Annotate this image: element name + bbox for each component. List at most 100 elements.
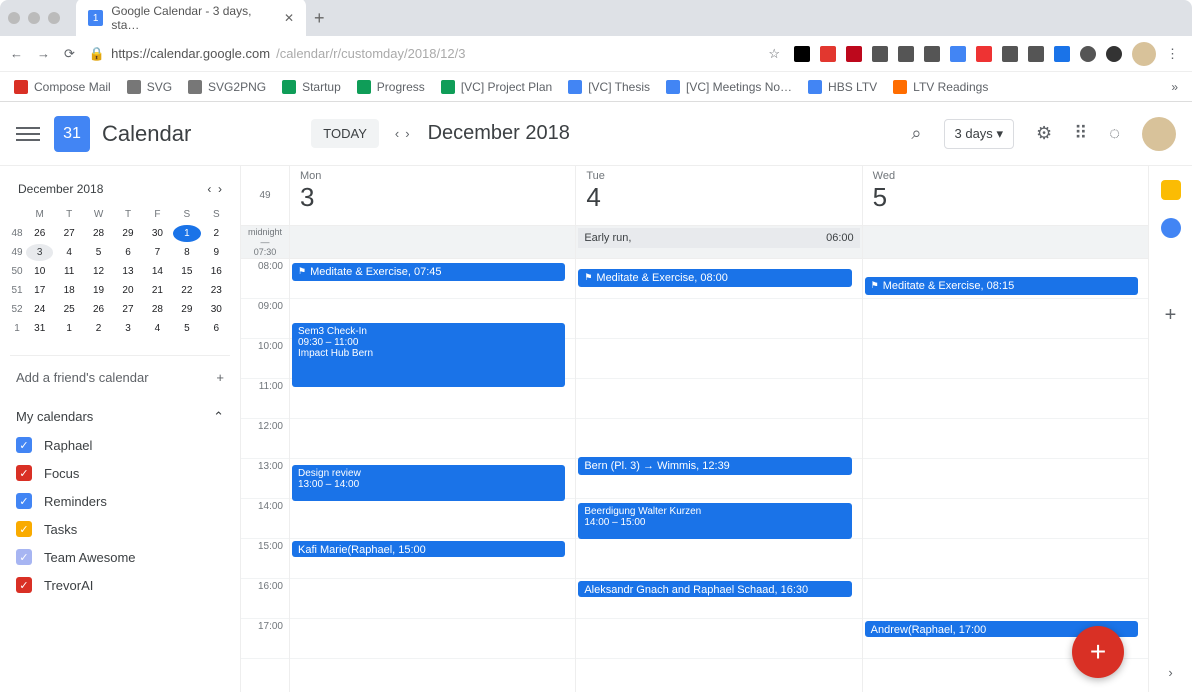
mini-day[interactable]: 20: [114, 282, 141, 299]
calendar-event[interactable]: Aleksandr Gnach and Raphael Schaad, 16:3…: [578, 581, 851, 597]
chrome-menu-icon[interactable]: ⋮: [1166, 46, 1182, 62]
mini-day[interactable]: 7: [144, 244, 171, 261]
mini-day[interactable]: 26: [26, 225, 53, 242]
menu-icon[interactable]: [16, 127, 40, 141]
mini-next-icon[interactable]: ›: [218, 182, 222, 196]
ext-icon[interactable]: [1054, 46, 1070, 62]
ext-icon[interactable]: [976, 46, 992, 62]
search-icon[interactable]: ⌕: [911, 123, 921, 144]
mini-day[interactable]: 8: [173, 244, 200, 261]
reload-icon[interactable]: ⟳: [64, 46, 75, 62]
apps-icon[interactable]: ⠿: [1074, 123, 1087, 144]
mini-day[interactable]: 24: [26, 301, 53, 318]
forward-icon[interactable]: →: [37, 46, 50, 61]
day-header[interactable]: Mon3: [289, 166, 575, 225]
mini-day[interactable]: 6: [203, 320, 230, 337]
mini-day[interactable]: 11: [55, 263, 82, 280]
mini-day[interactable]: 27: [114, 301, 141, 318]
gear-icon[interactable]: ⚙: [1036, 123, 1052, 144]
bookmark-item[interactable]: HBS LTV: [808, 80, 877, 94]
mini-day[interactable]: 18: [55, 282, 82, 299]
avatar[interactable]: [1142, 117, 1176, 151]
ext-icon[interactable]: [950, 46, 966, 62]
ext-icon[interactable]: [846, 46, 862, 62]
traffic-min[interactable]: [28, 12, 40, 24]
mini-day[interactable]: 30: [144, 225, 171, 242]
calendar-toggle[interactable]: ✓Focus: [14, 459, 226, 487]
calendar-event[interactable]: Design review13:00 – 14:00: [292, 465, 565, 501]
notifications-icon[interactable]: ◌: [1109, 123, 1120, 144]
bookmark-item[interactable]: Startup: [282, 80, 341, 94]
browser-tab[interactable]: 1 Google Calendar - 3 days, sta… ✕: [76, 0, 306, 38]
bookmark-item[interactable]: [VC] Meetings No…: [666, 80, 792, 94]
day-header[interactable]: Tue4: [575, 166, 861, 225]
star-icon[interactable]: ☆: [768, 46, 780, 62]
ext-icon[interactable]: [898, 46, 914, 62]
mini-day[interactable]: 6: [114, 244, 141, 261]
calendar-toggle[interactable]: ✓Team Awesome: [14, 543, 226, 571]
profile-avatar[interactable]: [1132, 42, 1156, 66]
keep-icon[interactable]: [1161, 180, 1181, 200]
bookmark-item[interactable]: [VC] Thesis: [568, 80, 650, 94]
mini-day[interactable]: 5: [85, 244, 112, 261]
mini-day[interactable]: 25: [55, 301, 82, 318]
calendar-event[interactable]: Bern (Pl. 3) → Wimmis, 12:39: [578, 457, 851, 475]
mini-day[interactable]: 23: [203, 282, 230, 299]
calendar-event[interactable]: ⚑Meditate & Exercise, 07:45: [292, 263, 565, 281]
url-input[interactable]: 🔒 https://calendar.google.com/calendar/r…: [89, 46, 754, 62]
mini-day[interactable]: 2: [85, 320, 112, 337]
day-header[interactable]: Wed5: [862, 166, 1148, 225]
calendar-toggle[interactable]: ✓Reminders: [14, 487, 226, 515]
ext-icon[interactable]: [1002, 46, 1018, 62]
ext-icon[interactable]: [924, 46, 940, 62]
traffic-close[interactable]: [8, 12, 20, 24]
mini-day[interactable]: 29: [173, 301, 200, 318]
mini-day[interactable]: 27: [55, 225, 82, 242]
day-column[interactable]: ⚑Meditate & Exercise, 07:45 Sem3 Check-In…: [289, 259, 575, 692]
mini-day[interactable]: 31: [26, 320, 53, 337]
view-select[interactable]: 3 days ▾: [944, 119, 1014, 149]
calendar-event[interactable]: Sem3 Check-In09:30 – 11:00Impact Hub Ber…: [292, 323, 565, 387]
mini-day[interactable]: 4: [144, 320, 171, 337]
mini-day[interactable]: 16: [203, 263, 230, 280]
calendar-event[interactable]: Beerdigung Walter Kurzen14:00 – 15:00: [578, 503, 851, 539]
bookmark-item[interactable]: SVG2PNG: [188, 80, 266, 94]
mini-day[interactable]: 1: [173, 225, 200, 242]
next-icon[interactable]: ›: [405, 126, 409, 141]
allday-cell[interactable]: [862, 226, 1148, 258]
ext-icon[interactable]: [1080, 46, 1096, 62]
calendar-event[interactable]: Kafi Marie(Raphael, 15:00: [292, 541, 565, 557]
mini-day[interactable]: 14: [144, 263, 171, 280]
mini-prev-icon[interactable]: ‹: [207, 182, 211, 196]
day-column[interactable]: ⚑Meditate & Exercise, 08:00 Bern (Pl. 3) …: [575, 259, 861, 692]
mini-day[interactable]: 28: [85, 225, 112, 242]
ext-icon[interactable]: [1106, 46, 1122, 62]
mini-day[interactable]: 21: [144, 282, 171, 299]
close-icon[interactable]: ✕: [284, 11, 294, 25]
mini-day[interactable]: 26: [85, 301, 112, 318]
tasks-icon[interactable]: [1161, 218, 1181, 238]
mini-day[interactable]: 19: [85, 282, 112, 299]
back-icon[interactable]: ←: [10, 46, 23, 61]
mini-day[interactable]: 9: [203, 244, 230, 261]
bookmark-item[interactable]: SVG: [127, 80, 172, 94]
allday-cell[interactable]: Early run,06:00: [575, 226, 861, 258]
mini-day[interactable]: 12: [85, 263, 112, 280]
ext-icon[interactable]: [872, 46, 888, 62]
today-button[interactable]: TODAY: [311, 119, 379, 148]
mini-day[interactable]: 1: [55, 320, 82, 337]
bookmark-item[interactable]: LTV Readings: [893, 80, 988, 94]
calendar-event[interactable]: ⚑Meditate & Exercise, 08:00: [578, 269, 851, 287]
bookmark-item[interactable]: [VC] Project Plan: [441, 80, 552, 94]
calendar-toggle[interactable]: ✓Raphael: [14, 431, 226, 459]
mini-day[interactable]: 22: [173, 282, 200, 299]
allday-event[interactable]: Early run,06:00: [578, 228, 859, 248]
add-panel-icon[interactable]: +: [1165, 304, 1177, 327]
mini-day[interactable]: 3: [26, 244, 53, 261]
traffic-max[interactable]: [48, 12, 60, 24]
mini-day[interactable]: 30: [203, 301, 230, 318]
mini-day[interactable]: 4: [55, 244, 82, 261]
mini-day[interactable]: 2: [203, 225, 230, 242]
ext-icon[interactable]: [794, 46, 810, 62]
bookmark-item[interactable]: Progress: [357, 80, 425, 94]
